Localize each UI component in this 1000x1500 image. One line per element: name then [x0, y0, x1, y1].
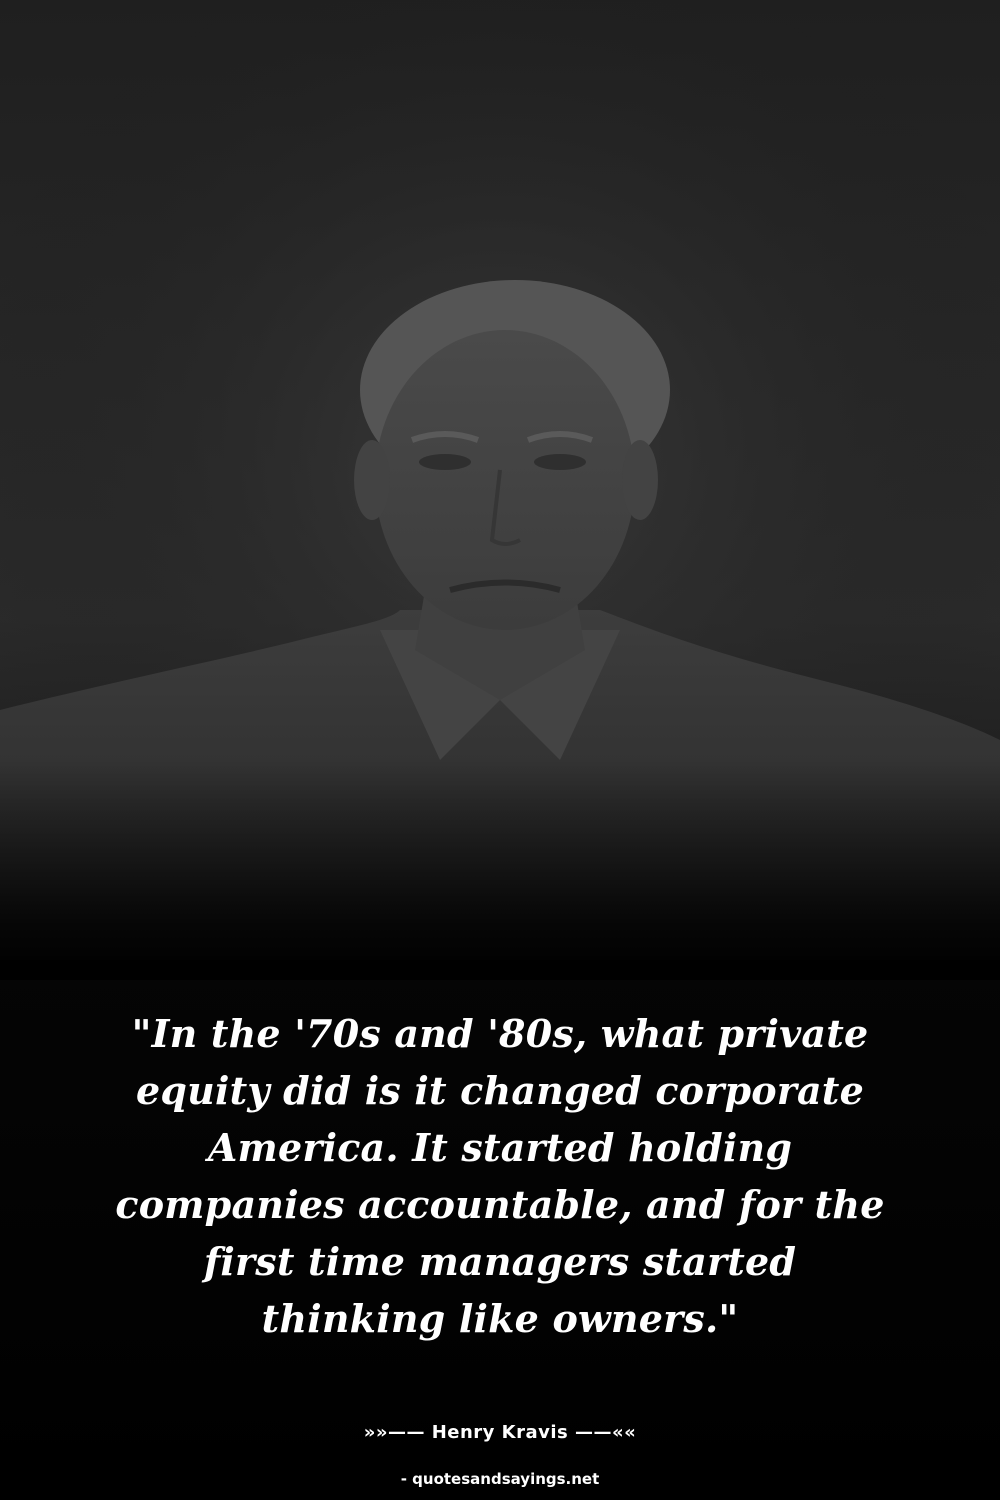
- quote-text: "In the '70s and '80s, what private equi…: [115, 1011, 885, 1341]
- quote-poster: "In the '70s and '80s, what private equi…: [0, 0, 1000, 1500]
- source-watermark: - quotesandsayings.net: [400, 1470, 600, 1488]
- author-attribution: »»—— Henry Kravis ——««: [363, 1422, 637, 1443]
- bottom-fade: [0, 760, 1000, 980]
